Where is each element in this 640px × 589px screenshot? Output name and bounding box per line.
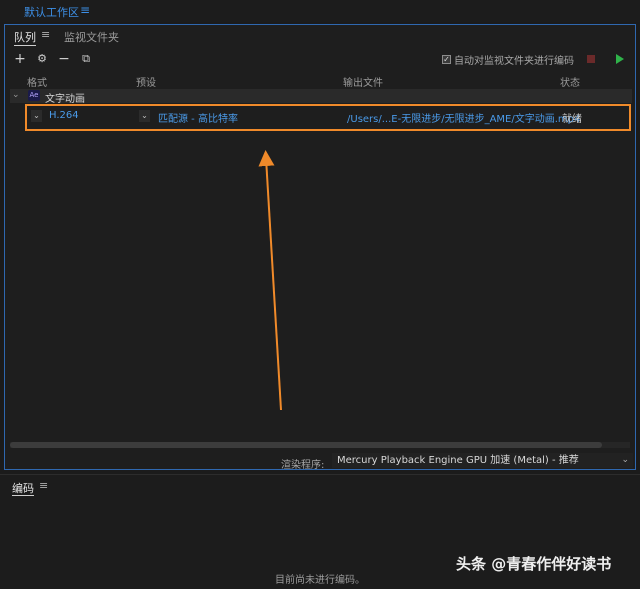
tab-encode[interactable]: 编码 (12, 480, 34, 496)
tab-active-indicator (12, 495, 34, 496)
encode-menu-icon[interactable]: ≡ (39, 479, 48, 492)
watermark: 头条 @青春作伴好读书 (456, 555, 612, 573)
